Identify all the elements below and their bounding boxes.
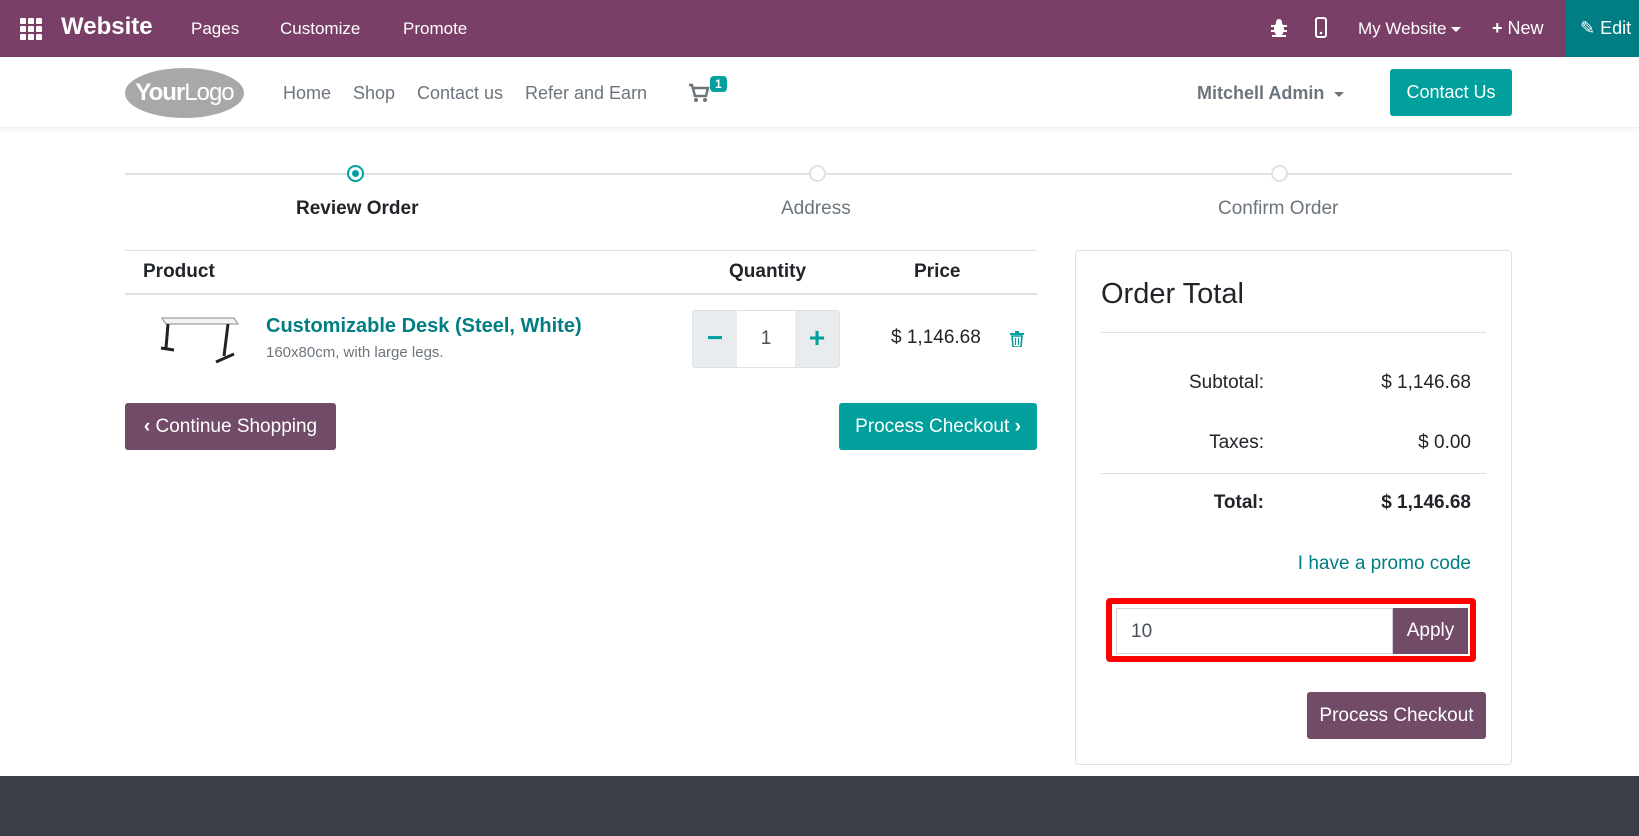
website-selector[interactable]: My Website <box>1358 19 1461 39</box>
menu-promote[interactable]: Promote <box>403 19 467 39</box>
apply-promo-button[interactable]: Apply <box>1393 608 1468 654</box>
edit-label: Edit <box>1600 18 1632 38</box>
chevron-left-icon: ‹ <box>143 416 151 437</box>
order-total-title: Order Total <box>1101 278 1244 310</box>
decrease-quantity-button[interactable]: − <box>693 311 737 367</box>
promo-code-link[interactable]: I have a promo code <box>1260 553 1471 575</box>
new-label: New <box>1507 18 1544 38</box>
chevron-down-icon <box>1334 91 1345 97</box>
taxes-label: Taxes: <box>1209 432 1264 453</box>
website-selector-label: My Website <box>1358 19 1447 38</box>
column-price: Price <box>914 261 961 282</box>
admin-topbar: Website Pages Customize Promote My Websi… <box>0 0 1639 57</box>
nav-refer-and-earn[interactable]: Refer and Earn <box>525 83 647 104</box>
process-checkout-button[interactable]: Process Checkout › <box>839 403 1037 450</box>
debug-bug-icon[interactable] <box>1270 18 1288 38</box>
menu-customize[interactable]: Customize <box>280 19 360 39</box>
table-top-border <box>125 250 1037 251</box>
mobile-preview-icon[interactable] <box>1315 17 1327 38</box>
divider <box>1101 332 1486 333</box>
nav-home[interactable]: Home <box>283 83 331 104</box>
quantity-input[interactable]: 1 <box>737 311 795 367</box>
plus-icon: + <box>1492 18 1503 38</box>
step-dot-review <box>347 165 364 182</box>
new-button[interactable]: + New <box>1492 18 1544 39</box>
subtotal-value: $ 1,146.68 <box>1381 372 1471 393</box>
subtotal-label: Subtotal: <box>1189 372 1264 393</box>
taxes-value: $ 0.00 <box>1418 432 1471 453</box>
user-name: Mitchell Admin <box>1197 83 1325 103</box>
increase-quantity-button[interactable]: + <box>795 311 839 367</box>
chevron-down-icon <box>1450 27 1461 33</box>
product-price: $ 1,146.68 <box>891 327 981 348</box>
contact-us-button[interactable]: Contact Us <box>1390 69 1512 116</box>
continue-shopping-label: Continue Shopping <box>155 416 318 437</box>
step-address: Address <box>781 198 851 219</box>
continue-shopping-button[interactable]: ‹ Continue Shopping <box>125 403 336 450</box>
site-footer <box>0 776 1639 836</box>
step-dot-address <box>809 165 826 182</box>
column-product: Product <box>143 261 215 282</box>
process-checkout-button-summary[interactable]: Process Checkout <box>1307 692 1486 739</box>
menu-pages[interactable]: Pages <box>191 19 239 39</box>
nav-contact-us[interactable]: Contact us <box>417 83 503 104</box>
cart-count-badge: 1 <box>710 76 727 92</box>
product-image[interactable] <box>158 310 240 368</box>
table-header-border <box>125 293 1037 295</box>
process-checkout-label: Process Checkout <box>855 416 1010 437</box>
product-description: 160x80cm, with large legs. <box>266 344 444 361</box>
quantity-stepper: − 1 + <box>692 310 840 368</box>
step-review-order: Review Order <box>296 198 419 219</box>
user-menu[interactable]: Mitchell Admin <box>1197 83 1345 104</box>
product-name-link[interactable]: Customizable Desk (Steel, White) <box>266 315 582 338</box>
cart-icon[interactable] <box>688 83 710 103</box>
divider <box>1101 473 1486 474</box>
site-logo[interactable]: YourLogo <box>125 68 244 118</box>
app-title[interactable]: Website <box>61 13 153 41</box>
promo-code-input[interactable]: 10 <box>1116 608 1393 654</box>
site-header: YourLogo Home Shop Contact us Refer and … <box>0 57 1639 128</box>
total-label: Total: <box>1213 492 1264 513</box>
step-confirm-order: Confirm Order <box>1218 198 1339 219</box>
chevron-right-icon: › <box>1014 416 1021 437</box>
trash-icon[interactable] <box>1010 331 1024 347</box>
pencil-icon: ✎ <box>1580 18 1596 38</box>
apps-menu-icon[interactable] <box>20 18 42 40</box>
total-value: $ 1,146.68 <box>1381 492 1471 513</box>
nav-shop[interactable]: Shop <box>353 83 395 104</box>
step-dot-confirm <box>1271 165 1288 182</box>
edit-button[interactable]: ✎ Edit <box>1566 0 1639 57</box>
column-quantity: Quantity <box>729 261 807 282</box>
